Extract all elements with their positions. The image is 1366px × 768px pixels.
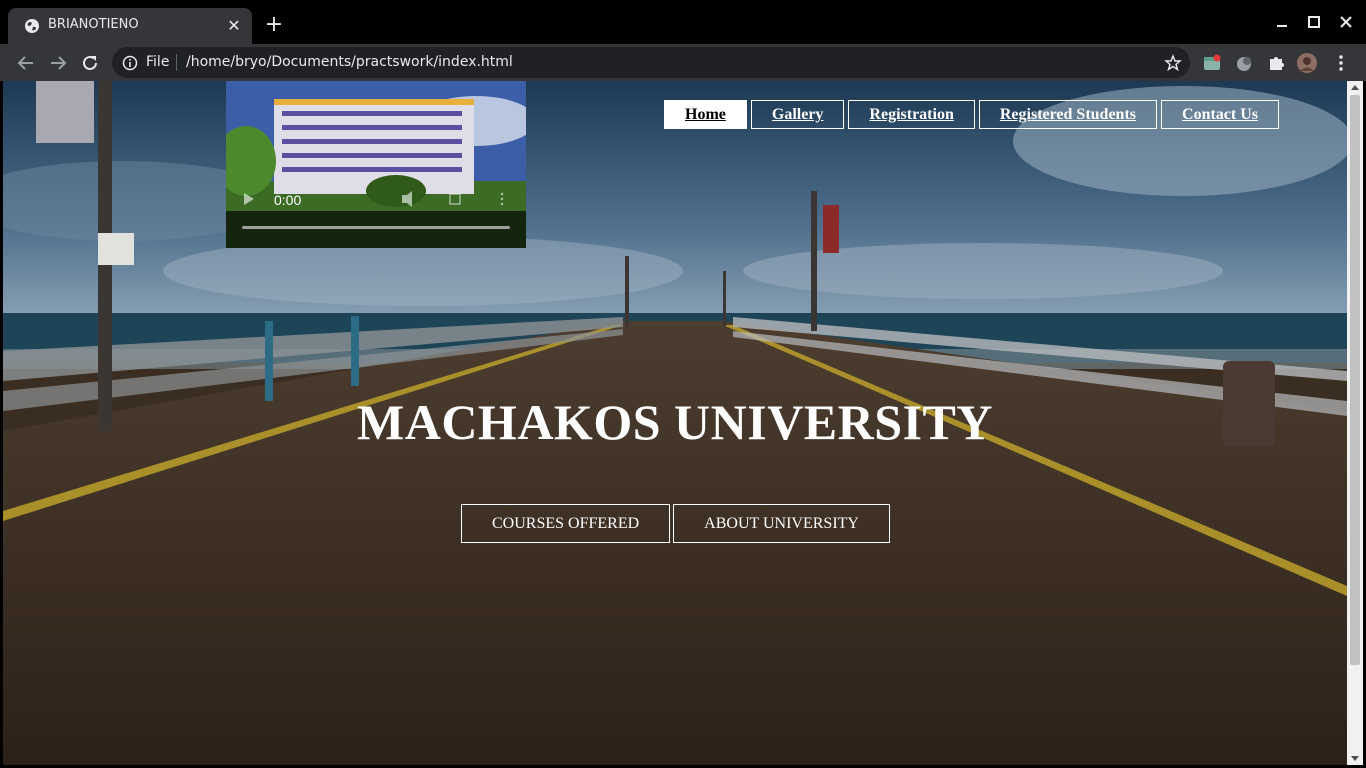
- scroll-up-arrow-icon[interactable]: [1351, 85, 1359, 90]
- courses-offered-button[interactable]: COURSES OFFERED: [461, 504, 671, 543]
- browser-titlebar: BRIANOTIENO ✕ +: [0, 0, 1366, 44]
- video-time: 0:00: [274, 192, 302, 208]
- new-tab-button[interactable]: +: [262, 14, 286, 38]
- maximize-icon[interactable]: [1299, 10, 1329, 34]
- page-scrollbar[interactable]: [1347, 81, 1363, 765]
- address-divider: [176, 54, 177, 71]
- cloud-extension-icon[interactable]: [1234, 53, 1254, 73]
- video-poster-image: [226, 81, 526, 248]
- nav-registration[interactable]: Registration: [848, 100, 975, 129]
- nav-home[interactable]: Home: [664, 100, 747, 129]
- globe-icon: [25, 19, 39, 33]
- scroll-down-arrow-icon[interactable]: [1351, 756, 1359, 761]
- nav-gallery[interactable]: Gallery: [750, 100, 845, 129]
- browser-toolbar: File /home/bryo/Documents/practswork/ind…: [0, 44, 1366, 81]
- close-tab-icon[interactable]: ✕: [224, 16, 244, 36]
- close-window-icon[interactable]: [1331, 10, 1361, 34]
- tab-title: BRIANOTIENO: [48, 17, 139, 32]
- nav-registered-students[interactable]: Registered Students: [978, 100, 1158, 129]
- address-url[interactable]: /home/bryo/Documents/practswork/index.ht…: [186, 54, 513, 70]
- campus-video-player[interactable]: 0:00: [226, 81, 526, 248]
- back-arrow-icon[interactable]: [13, 50, 39, 76]
- profile-avatar-icon[interactable]: [1297, 53, 1317, 73]
- address-bar[interactable]: File /home/bryo/Documents/practswork/ind…: [112, 47, 1190, 78]
- puzzle-extensions-icon[interactable]: [1266, 53, 1286, 73]
- kebab-menu-icon[interactable]: [1331, 53, 1351, 73]
- about-university-button[interactable]: ABOUT UNIVERSITY: [673, 504, 890, 543]
- calendar-extension-icon[interactable]: [1202, 53, 1222, 73]
- info-icon[interactable]: [122, 55, 138, 71]
- address-scheme: File: [146, 54, 170, 70]
- hero-title: MACHAKOS UNIVERSITY: [357, 394, 993, 450]
- bookmark-star-icon[interactable]: [1164, 54, 1182, 72]
- main-nav: Home Gallery Registration Registered Stu…: [664, 100, 1280, 129]
- reload-icon[interactable]: [77, 50, 103, 76]
- hero-buttons: COURSES OFFERED ABOUT UNIVERSITY: [461, 504, 890, 543]
- browser-tab[interactable]: BRIANOTIENO ✕: [8, 8, 252, 44]
- minimize-icon[interactable]: [1267, 10, 1297, 34]
- forward-arrow-icon[interactable]: [45, 50, 71, 76]
- scrollbar-thumb[interactable]: [1350, 95, 1360, 665]
- page-viewport: 0:00 Home Gallery Registration Registere…: [3, 81, 1347, 765]
- nav-contact-us[interactable]: Contact Us: [1161, 100, 1280, 129]
